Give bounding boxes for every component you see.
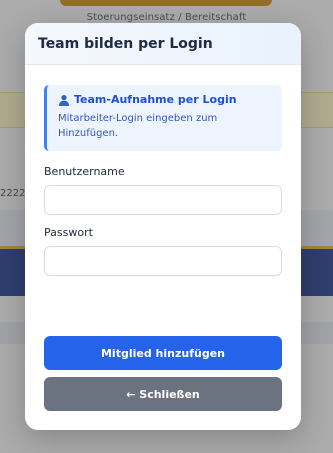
team-login-modal: Team bilden per Login Team-Aufnahme per … [25, 23, 301, 430]
modal-header: Team bilden per Login [25, 23, 301, 65]
modal-title: Team bilden per Login [38, 35, 213, 52]
info-box: Team-Aufnahme per Login Mitarbeiter-Logi… [44, 85, 282, 151]
close-button[interactable]: ← Schließen [44, 377, 282, 411]
info-title-row: Team-Aufnahme per Login [58, 93, 272, 106]
info-title: Team-Aufnahme per Login [74, 93, 237, 106]
username-label: Benutzername [44, 165, 125, 178]
add-member-button[interactable]: Mitglied hinzufügen [44, 336, 282, 370]
user-icon [59, 94, 69, 106]
password-label: Passwort [44, 226, 93, 239]
username-input[interactable] [44, 185, 282, 215]
password-input[interactable] [44, 246, 282, 276]
modal-body: Team-Aufnahme per Login Mitarbeiter-Logi… [25, 65, 301, 276]
info-text: Mitarbeiter-Login eingeben zum Hinzufüge… [58, 113, 218, 139]
